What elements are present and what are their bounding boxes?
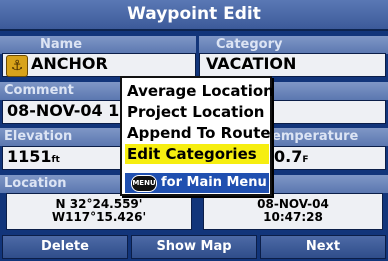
time-value: 10:47:28 (263, 210, 323, 224)
menu-item-append-to-route[interactable]: Append To Route (125, 123, 271, 143)
location-label: Location (4, 176, 67, 191)
longitude-value: W117°15.426' (51, 210, 147, 224)
datetime-field: 08-NOV-04 10:47:28 (203, 193, 383, 230)
menu-key-icon: MENU (131, 175, 157, 192)
elevation-value: 1151 (7, 147, 52, 166)
options-menu: Average Location Project Location Append… (120, 76, 274, 196)
category-field[interactable]: VACATION (199, 53, 386, 77)
location-field[interactable]: N 32°24.559' W117°15.426' (6, 193, 192, 230)
name-label-bar (0, 36, 196, 54)
temperature-value: 0.7 (274, 147, 303, 166)
waypoint-edit-screen: Waypoint Edit Name Category ANCHOR ⚓ VAC… (0, 0, 388, 261)
temperature-label: emperature (272, 129, 359, 144)
category-value: VACATION (206, 54, 297, 73)
main-menu-hint[interactable]: MENU for Main Menu (125, 173, 269, 193)
category-label: Category (216, 37, 283, 52)
menu-item-edit-categories[interactable]: Edit Categories (125, 144, 269, 164)
name-value: ANCHOR (31, 54, 108, 73)
elevation-unit: ft (51, 155, 60, 165)
page-title: Waypoint Edit (0, 0, 388, 31)
anchor-icon: ⚓ (6, 55, 28, 77)
show-map-button[interactable]: Show Map (131, 235, 257, 259)
temperature-unit: F (302, 155, 309, 165)
delete-button[interactable]: Delete (2, 235, 128, 259)
comment-value: 08-NOV-04 1 (7, 101, 120, 120)
comment-label: Comment (4, 83, 74, 98)
elevation-label: Elevation (4, 129, 73, 144)
next-button[interactable]: Next (260, 235, 386, 259)
menu-item-average-location[interactable]: Average Location (125, 81, 274, 101)
menu-item-project-location[interactable]: Project Location (125, 102, 269, 122)
main-menu-hint-text: for Main Menu (161, 175, 267, 190)
name-field[interactable]: ANCHOR (2, 53, 196, 77)
name-label: Name (40, 37, 83, 52)
